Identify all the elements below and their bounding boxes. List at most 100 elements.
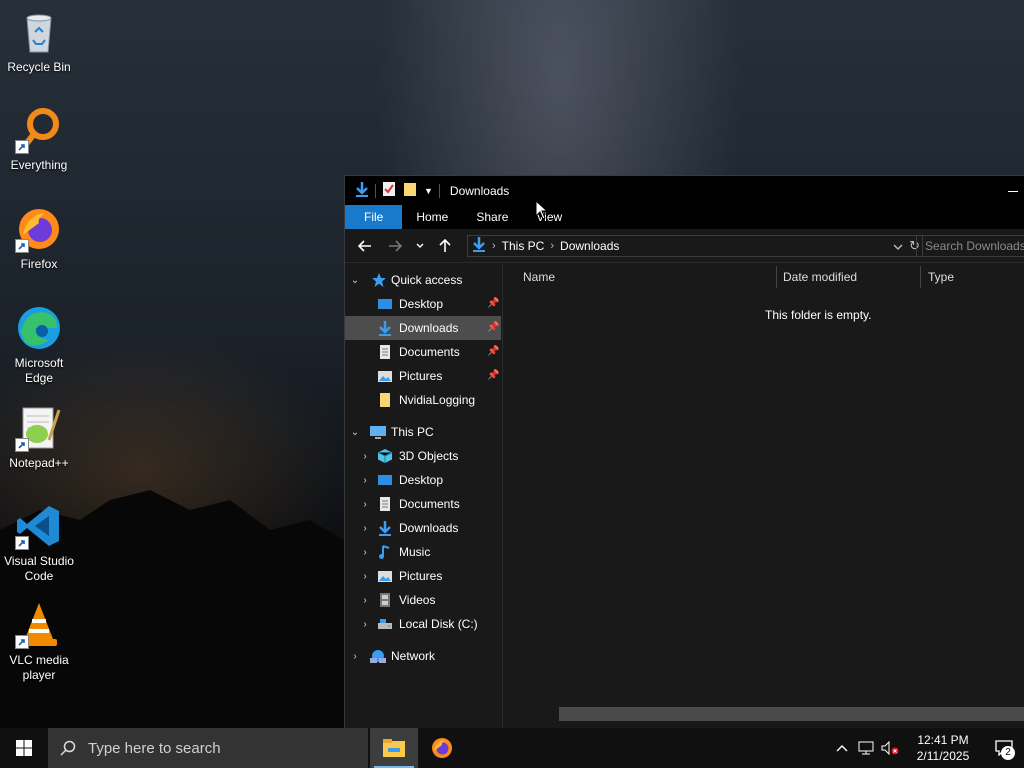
empty-folder-message: This folder is empty. — [765, 308, 872, 322]
nav-label: Local Disk (C:) — [399, 617, 478, 631]
column-header-date-modified[interactable]: Date modified — [783, 264, 857, 290]
computer-icon — [369, 424, 386, 440]
nav-this-pc[interactable]: ⌄ This PC — [345, 420, 501, 444]
window-title: Downloads — [449, 183, 510, 198]
address-dropdown-icon[interactable] — [893, 239, 903, 253]
nav-label: Pictures — [399, 569, 443, 583]
nav-label: This PC — [391, 425, 434, 439]
expand-chevron-icon[interactable]: › — [359, 571, 371, 582]
nav-pc-downloads[interactable]: › Downloads — [345, 516, 501, 540]
download-arrow-icon — [377, 520, 393, 536]
desktop-icon-label: Visual Studio Code — [4, 554, 74, 583]
pictures-icon — [377, 568, 393, 584]
nav-label: Documents — [399, 345, 460, 359]
taskbar-search-box[interactable]: Type here to search — [48, 728, 368, 768]
shortcut-arrow-icon — [15, 635, 29, 649]
start-button[interactable] — [0, 728, 48, 768]
properties-icon[interactable] — [382, 181, 396, 200]
breadcrumb-chevron-icon[interactable]: › — [492, 240, 496, 252]
desktop-icon-label: Recycle Bin — [7, 60, 71, 74]
show-hidden-icons-button[interactable] — [830, 728, 854, 768]
file-explorer-window[interactable]: ▼ Downloads File Home Share View › This … — [344, 175, 1024, 729]
volume-muted-icon[interactable] — [878, 728, 902, 768]
desktop-icon-label: Notepad++ — [9, 456, 69, 470]
column-header-type[interactable]: Type — [928, 264, 954, 290]
customize-quick-access-icon[interactable]: ▼ — [424, 186, 433, 196]
nav-label: Downloads — [399, 521, 459, 535]
tab-view[interactable]: View — [522, 205, 576, 229]
music-note-icon — [377, 544, 393, 560]
minimize-button[interactable] — [1008, 182, 1018, 192]
expand-chevron-icon[interactable]: › — [359, 595, 371, 606]
network-status-icon[interactable] — [854, 728, 878, 768]
tab-share[interactable]: Share — [462, 205, 522, 229]
pin-icon: 📌 — [487, 298, 500, 309]
collapse-chevron-icon[interactable]: ⌄ — [349, 275, 361, 286]
nav-pc-3d-objects[interactable]: › 3D Objects — [345, 444, 501, 468]
chevron-up-icon — [836, 745, 848, 752]
expand-chevron-icon[interactable]: › — [359, 523, 371, 534]
arrow-up-icon — [439, 238, 451, 252]
expand-chevron-icon[interactable]: › — [359, 475, 371, 486]
nav-pc-local-disk[interactable]: › Local Disk (C:) — [345, 612, 501, 636]
vlc-icon — [15, 601, 63, 649]
desktop-icon-notepadpp[interactable]: Notepad++ — [0, 404, 78, 471]
pin-icon: 📌 — [487, 370, 500, 381]
expand-chevron-icon[interactable]: › — [359, 451, 371, 462]
nav-qa-desktop[interactable]: Desktop 📌 — [345, 292, 501, 316]
breadcrumb-chevron-icon[interactable]: › — [550, 240, 554, 252]
expand-chevron-icon[interactable]: › — [349, 651, 361, 662]
nav-qa-documents[interactable]: Documents 📌 — [345, 340, 501, 364]
firefox-icon — [432, 738, 452, 758]
desktop-icon-vscode[interactable]: Visual Studio Code — [0, 502, 78, 584]
up-button[interactable] — [433, 234, 457, 258]
action-center-button[interactable]: 2 — [984, 728, 1024, 768]
folder-icon — [377, 392, 393, 408]
forward-button[interactable] — [383, 234, 407, 258]
expand-chevron-icon[interactable]: › — [359, 547, 371, 558]
tab-home[interactable]: Home — [402, 205, 462, 229]
column-divider[interactable] — [920, 266, 921, 288]
search-input[interactable]: Search Downloads — [916, 235, 1024, 257]
collapse-chevron-icon[interactable]: ⌄ — [349, 427, 361, 438]
download-arrow-icon — [472, 236, 486, 255]
nav-quick-access[interactable]: ⌄ Quick access — [345, 268, 501, 292]
nav-pc-videos[interactable]: › Videos — [345, 588, 501, 612]
nav-label: Music — [399, 545, 431, 559]
desktop-icon-everything[interactable]: Everything — [0, 106, 78, 173]
drive-icon — [377, 616, 393, 632]
taskbar-file-explorer[interactable] — [370, 728, 418, 768]
download-arrow-icon — [355, 181, 369, 200]
file-list-pane[interactable]: Name Date modified Type This folder is e… — [503, 264, 1024, 729]
desktop-icon-vlc[interactable]: VLC media player — [0, 601, 78, 683]
nav-qa-downloads[interactable]: Downloads 📌 — [345, 316, 501, 340]
back-button[interactable] — [353, 234, 377, 258]
column-header-name[interactable]: Name — [523, 264, 555, 290]
nav-qa-pictures[interactable]: Pictures 📌 — [345, 364, 501, 388]
nav-network[interactable]: › Network — [345, 644, 501, 668]
new-folder-icon[interactable] — [402, 181, 418, 200]
expand-chevron-icon[interactable]: › — [359, 499, 371, 510]
column-divider[interactable] — [776, 266, 777, 288]
title-bar[interactable]: ▼ Downloads — [345, 176, 1024, 205]
taskbar-firefox[interactable] — [418, 728, 466, 768]
nav-qa-nvidialogging[interactable]: NvidiaLogging — [345, 388, 501, 412]
taskbar-clock[interactable]: 12:41 PM 2/11/2025 — [910, 732, 976, 764]
desktop-icon-firefox[interactable]: Firefox — [0, 205, 78, 272]
horizontal-scrollbar[interactable] — [559, 707, 1024, 721]
taskbar: Type here to search 12:41 PM 2/11/2025 2 — [0, 728, 1024, 768]
breadcrumb-this-pc[interactable]: This PC — [502, 239, 545, 253]
desktop-icon-recycle-bin[interactable]: Recycle Bin — [0, 8, 78, 75]
tab-file[interactable]: File — [345, 205, 403, 229]
nav-pc-music[interactable]: › Music — [345, 540, 501, 564]
breadcrumb-downloads[interactable]: Downloads — [560, 239, 619, 253]
navigation-pane: ⌄ Quick access Desktop 📌 Downloads 📌 Doc… — [345, 264, 503, 729]
nav-pc-pictures[interactable]: › Pictures — [345, 564, 501, 588]
recent-locations-button[interactable] — [413, 234, 427, 258]
nav-pc-documents[interactable]: › Documents — [345, 492, 501, 516]
expand-chevron-icon[interactable]: › — [359, 619, 371, 630]
address-bar[interactable]: › This PC › Downloads ↻ — [467, 234, 923, 257]
nav-pc-desktop[interactable]: › Desktop — [345, 468, 501, 492]
desktop-icon-edge[interactable]: Microsoft Edge — [0, 304, 78, 386]
search-icon — [60, 740, 76, 756]
